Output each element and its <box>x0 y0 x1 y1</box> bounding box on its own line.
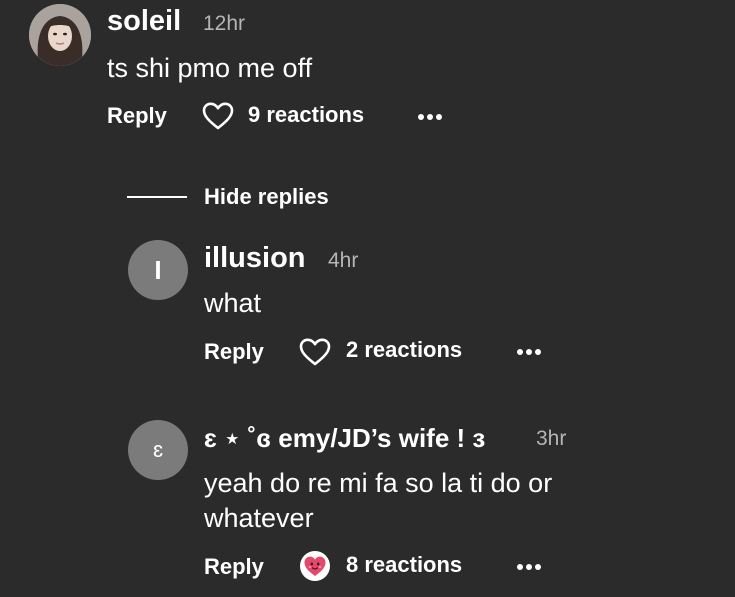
timestamp: 12hr <box>203 12 246 35</box>
avatar-initial: I <box>154 254 162 285</box>
avatar-initial: ɛ <box>152 437 164 462</box>
more-options-icon[interactable] <box>517 562 543 572</box>
reply-button[interactable]: Reply <box>204 341 264 363</box>
username[interactable]: soleil <box>107 7 181 36</box>
reply-button[interactable]: Reply <box>204 556 264 578</box>
avatar[interactable] <box>29 4 91 66</box>
comment-text: ts shi pmo me off <box>107 53 313 83</box>
more-options-icon[interactable] <box>418 112 444 122</box>
comment-text-line-1: yeah do re mi fa so la ti do or <box>204 468 553 498</box>
comment-text-line-2: whatever <box>204 503 314 533</box>
avatar[interactable]: ɛ <box>128 420 188 480</box>
heart-face-emoji-icon[interactable] <box>300 551 330 581</box>
reactions-count[interactable]: 2 reactions <box>346 339 462 361</box>
more-options-icon[interactable] <box>517 347 543 357</box>
hide-replies-button[interactable]: Hide replies <box>204 186 329 208</box>
replies-divider <box>127 196 187 198</box>
profile-photo <box>29 4 91 66</box>
reactions-count[interactable]: 9 reactions <box>248 104 364 126</box>
comment-text: what <box>204 288 262 318</box>
timestamp: 4hr <box>328 249 359 272</box>
username[interactable]: illusion <box>204 244 306 273</box>
heart-icon[interactable] <box>201 101 235 131</box>
reply-button[interactable]: Reply <box>107 105 167 127</box>
username[interactable]: ɛ ⋆ ˚ɞ emy/JD’s wife ! ɜ <box>204 425 485 451</box>
reactions-count[interactable]: 8 reactions <box>346 554 462 576</box>
heart-icon[interactable] <box>298 337 332 367</box>
timestamp: 3hr <box>536 427 567 450</box>
avatar[interactable]: I <box>128 240 188 300</box>
